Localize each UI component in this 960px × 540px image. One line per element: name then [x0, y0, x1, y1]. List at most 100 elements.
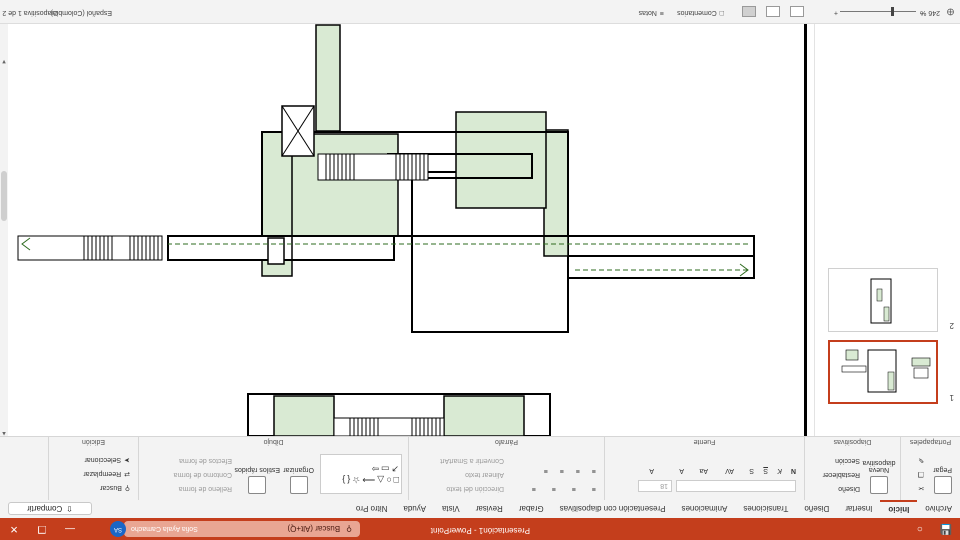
format-painter-icon[interactable]: ✎	[918, 456, 924, 464]
language-status[interactable]: Español (Colombia)	[51, 9, 112, 16]
tab-archivo[interactable]: Archivo	[917, 500, 960, 518]
cursor-icon: ➤	[124, 456, 130, 463]
avatar: SA	[110, 521, 126, 537]
tab-nitro-pro[interactable]: Nitro Pro	[348, 500, 396, 518]
replace-button[interactable]: ⇄ Reemplazar	[83, 470, 130, 478]
zoom-out-icon[interactable]: −	[920, 9, 924, 16]
align-center-icon[interactable]: ≡	[576, 467, 580, 474]
tab-ayuda[interactable]: Ayuda	[395, 500, 434, 518]
arrange-button[interactable]: Organizar	[283, 466, 314, 494]
share-label: Compartir	[27, 504, 63, 513]
scroll-thumb[interactable]	[1, 171, 7, 221]
search-icon: ⚲	[346, 524, 352, 534]
thumbnail-number: 1	[949, 393, 954, 402]
tab-presentacion[interactable]: Presentación con diapositivas	[552, 500, 674, 518]
tab-revisar[interactable]: Revisar	[468, 500, 511, 518]
slide-thumbnail-1[interactable]	[828, 340, 938, 404]
building-partial[interactable]	[247, 393, 551, 436]
font-family-select[interactable]	[676, 480, 796, 492]
numbering-icon[interactable]: ≡	[572, 485, 576, 492]
presentation-view-icon[interactable]	[790, 6, 804, 17]
new-slide-button[interactable]: Nueva diapositiva	[862, 459, 896, 494]
indent-icon[interactable]: ≡	[552, 485, 556, 492]
stairs-corridor	[17, 235, 163, 261]
notes-button[interactable]: ≡ Notas	[639, 9, 664, 16]
normal-view-icon[interactable]	[742, 6, 756, 17]
arrange-icon	[289, 476, 308, 494]
shape-fill-button[interactable]: Relleno de forma	[179, 485, 232, 492]
replace-icon: ⇄	[124, 470, 130, 477]
font-size-select[interactable]: 18	[638, 480, 672, 492]
reset-button[interactable]: Restablecer	[823, 471, 860, 478]
new-slide-icon	[870, 476, 888, 494]
zoom-slider-thumb[interactable]	[891, 7, 894, 16]
group-label-portapapeles: Portapapeles	[909, 438, 952, 445]
comment-icon: □	[719, 9, 724, 16]
slide-thumbnail-2[interactable]	[828, 268, 938, 332]
group-label-parrafo: Párrafo	[495, 438, 518, 445]
tab-animaciones[interactable]: Animaciones	[674, 500, 736, 518]
restore-icon[interactable]: ❐	[28, 518, 56, 540]
building-main[interactable]	[17, 24, 755, 333]
scroll-down-icon[interactable]: ▲	[0, 426, 8, 436]
change-case-icon[interactable]: Aa	[699, 467, 708, 474]
slide-canvas[interactable]	[8, 24, 814, 436]
justify-icon[interactable]: ≡	[544, 467, 548, 474]
cut-icon[interactable]: ✂	[918, 484, 924, 492]
bullets-icon[interactable]: ≡	[592, 485, 596, 492]
scroll-up-icon[interactable]: ▼	[0, 54, 8, 64]
fit-slide-icon[interactable]: ⨁	[947, 8, 954, 16]
tab-transiciones[interactable]: Transiciones	[735, 500, 796, 518]
minimize-icon[interactable]: —	[56, 518, 84, 540]
zoom-in-icon[interactable]: +	[834, 9, 838, 16]
italic-icon[interactable]: K	[777, 467, 782, 474]
layout-button[interactable]: Diseño	[838, 485, 860, 492]
shape-effects-button[interactable]: Efectos de forma	[179, 457, 232, 464]
text-direction-button[interactable]: Dirección del texto	[446, 485, 504, 492]
window-controls: — ❐ ✕	[0, 518, 84, 540]
user-account[interactable]: Sofia Ayala Camacho SA	[110, 521, 198, 537]
comments-button[interactable]: □ Comentarios	[677, 9, 724, 16]
tab-vista[interactable]: Vista	[434, 500, 468, 518]
spacing-icon[interactable]: AV	[725, 467, 734, 474]
title-bar: 💾 ○ ⚲ Buscar (Alt+Q) Presentación1 - Pow…	[0, 518, 960, 540]
share-button[interactable]: ⇧ Compartir	[8, 502, 92, 515]
tab-grabar[interactable]: Grabar	[511, 500, 552, 518]
tab-inicio[interactable]: Inicio	[880, 500, 918, 518]
select-button[interactable]: ➤ Seleccionar	[85, 456, 130, 464]
tab-insertar[interactable]: Insertar	[837, 500, 880, 518]
clear-format-icon[interactable]: A	[679, 467, 684, 474]
underline-icon[interactable]: S	[763, 467, 768, 474]
tab-diseno[interactable]: Diseño	[796, 500, 837, 518]
shadow-icon[interactable]: S	[749, 467, 754, 474]
align-right-icon[interactable]: ≡	[560, 467, 564, 474]
reading-view-icon[interactable]	[766, 6, 780, 17]
align-text-button[interactable]: Alinear texto	[465, 471, 504, 478]
font-color-icon[interactable]: A	[649, 467, 654, 474]
save-icon[interactable]: 💾	[938, 521, 954, 537]
autosave-icon[interactable]: ○	[912, 521, 928, 537]
quick-styles-button[interactable]: Estilos rápidos	[234, 466, 280, 494]
group-label-fuente: Fuente	[693, 438, 716, 445]
bold-icon[interactable]: N	[791, 467, 796, 474]
group-portapapeles: Pegar ✂ ❐ ✎ Portapapeles	[900, 436, 960, 500]
section-button[interactable]: Sección	[835, 457, 860, 464]
smartart-button[interactable]: Convertir a SmartArt	[440, 457, 504, 464]
search-icon: ⚲	[124, 484, 130, 491]
align-left-icon[interactable]: ≡	[592, 467, 596, 474]
group-label-edicion: Edición	[82, 438, 105, 445]
floor-plan-drawing[interactable]	[8, 24, 814, 436]
shapes-gallery[interactable]: □○△⟶☆{}↗▭⇨	[320, 454, 402, 494]
copy-icon[interactable]: ❐	[918, 470, 924, 478]
paste-button[interactable]: Pegar	[933, 466, 952, 494]
find-button[interactable]: ⚲ Buscar	[100, 484, 130, 492]
group-parrafo: ≡ ≡ ≡ ≡ ≡ ≡ ≡ ≡ Dirección del texto Alin…	[408, 436, 604, 500]
line-spacing-icon[interactable]: ≡	[532, 485, 536, 492]
shape-outline-button[interactable]: Contorno de forma	[174, 471, 232, 478]
zoom-slider[interactable]	[840, 11, 916, 12]
group-label-diapositivas: Diapositivas	[833, 438, 872, 445]
close-icon[interactable]: ✕	[0, 518, 28, 540]
group-dibujo: □○△⟶☆{}↗▭⇨ Organizar Estilos rápidos Rel…	[138, 436, 408, 500]
vertical-scrollbar[interactable]: ▲ ▼	[0, 24, 8, 436]
share-icon: ⇧	[66, 504, 73, 513]
